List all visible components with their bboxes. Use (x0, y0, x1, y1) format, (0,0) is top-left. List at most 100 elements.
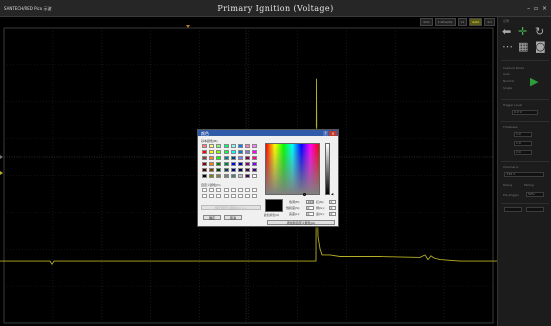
custom-color-slot[interactable] (216, 188, 222, 192)
more-icon[interactable]: ⋯ (502, 41, 513, 52)
color-swatch[interactable] (245, 168, 251, 172)
add-custom-color-button[interactable]: 添加到自定义颜色(A) (267, 220, 335, 225)
color-swatch[interactable] (230, 150, 236, 154)
color-swatch[interactable] (216, 150, 222, 154)
blue-input[interactable]: 0 (329, 212, 336, 216)
radio-normal[interactable]: Normal (503, 79, 514, 83)
luminance-slider[interactable] (325, 143, 330, 195)
grid-icon[interactable]: ▦ (518, 41, 528, 52)
custom-color-slot[interactable] (245, 188, 251, 192)
radio-rising[interactable]: Rising (503, 183, 512, 187)
color-swatch[interactable] (238, 174, 243, 178)
color-swatch[interactable] (209, 174, 215, 178)
green-input[interactable]: 0 (329, 206, 336, 210)
color-swatch[interactable] (230, 162, 236, 166)
custom-color-slot[interactable] (230, 194, 236, 198)
radio-single[interactable]: Single (503, 86, 512, 90)
custom-color-slot[interactable] (202, 194, 207, 198)
color-swatch[interactable] (223, 168, 229, 172)
panel-button-1[interactable] (504, 207, 522, 212)
color-swatch[interactable] (216, 144, 222, 148)
color-swatch[interactable] (238, 168, 243, 172)
color-swatch[interactable] (223, 144, 229, 148)
timebase-input-2[interactable]: 1.0 (514, 141, 532, 146)
color-spectrum[interactable] (265, 143, 320, 196)
custom-color-slot[interactable] (209, 194, 215, 198)
move-icon[interactable]: ✛ (518, 26, 527, 37)
custom-color-slot[interactable] (223, 188, 229, 192)
close-button[interactable]: × (329, 130, 337, 136)
color-swatch[interactable] (245, 150, 251, 154)
color-swatch[interactable] (245, 144, 251, 148)
scope-toolbar-item[interactable]: 0ms (420, 18, 433, 26)
color-swatch[interactable] (245, 174, 251, 178)
radio-falling[interactable]: Falling (524, 183, 534, 187)
refresh-icon[interactable]: ↻ (535, 26, 544, 37)
sat-input[interactable]: 0 (306, 206, 314, 210)
help-button[interactable]: ? (323, 130, 328, 136)
play-icon[interactable]: ▶ (530, 76, 538, 87)
color-swatch[interactable] (230, 168, 236, 172)
color-swatch[interactable] (223, 174, 229, 178)
scope-toolbar-item[interactable]: 1/1 (484, 18, 495, 26)
pretrigger-input[interactable]: 50% (526, 192, 544, 197)
color-swatch[interactable] (238, 150, 243, 154)
custom-color-slot[interactable] (202, 188, 207, 192)
color-swatch[interactable] (202, 168, 207, 172)
arrow-left-icon[interactable]: ⬅ (502, 26, 511, 37)
spectrum-crosshair[interactable] (303, 193, 306, 196)
color-swatch[interactable] (230, 144, 236, 148)
color-swatch[interactable] (230, 156, 236, 160)
scope-toolbar-item[interactable]: x1 (457, 18, 468, 26)
color-swatch[interactable] (209, 162, 215, 166)
color-swatch[interactable] (202, 156, 207, 160)
color-swatch[interactable] (245, 162, 251, 166)
color-swatch[interactable] (245, 156, 251, 160)
timebase-input-3[interactable]: 2.0 (514, 150, 532, 155)
custom-color-slot[interactable] (223, 194, 229, 198)
define-custom-colors-button[interactable]: 规定自定义颜色(D) >> (201, 205, 261, 210)
color-swatch[interactable] (209, 168, 215, 172)
radio-auto[interactable]: Auto (503, 72, 510, 76)
color-swatch[interactable] (238, 162, 243, 166)
color-swatch[interactable] (216, 174, 222, 178)
color-swatch[interactable] (252, 162, 258, 166)
color-swatch[interactable] (209, 156, 215, 160)
camera-icon[interactable]: ◙ (535, 41, 546, 52)
custom-color-slot[interactable] (238, 194, 243, 198)
timebase-input-1[interactable]: 1.0 (514, 132, 532, 137)
color-swatch[interactable] (252, 168, 258, 172)
panel-button-2[interactable] (526, 207, 544, 212)
color-swatch[interactable] (216, 168, 222, 172)
custom-color-slot[interactable] (252, 194, 258, 198)
custom-color-slot[interactable] (238, 188, 243, 192)
color-swatch[interactable] (223, 162, 229, 166)
window-controls[interactable]: – ▫ × (527, 5, 548, 12)
custom-color-slot[interactable] (252, 188, 258, 192)
trigger-level-input[interactable]: 0.0 V (512, 110, 538, 115)
color-swatch[interactable] (252, 150, 258, 154)
color-swatch[interactable] (202, 144, 207, 148)
scope-toolbar-item[interactable]: 1.0ms/div (434, 18, 456, 26)
color-swatch[interactable] (223, 156, 229, 160)
red-input[interactable]: 0 (329, 200, 336, 204)
color-swatch[interactable] (216, 162, 222, 166)
lum-input[interactable]: 0 (306, 212, 314, 216)
hue-input[interactable]: 160 (306, 200, 314, 204)
color-swatch[interactable] (209, 150, 215, 154)
color-swatch[interactable] (202, 162, 207, 166)
cancel-button[interactable]: 取消 (224, 215, 242, 220)
scope-toolbar-item[interactable]: Auto (469, 18, 483, 26)
custom-color-slot[interactable] (230, 188, 236, 192)
color-swatch[interactable] (230, 174, 236, 178)
luminance-arrow-icon[interactable]: ◀ (331, 192, 333, 196)
custom-color-slot[interactable] (245, 194, 251, 198)
color-swatch[interactable] (202, 150, 207, 154)
color-swatch[interactable] (216, 156, 222, 160)
color-swatch[interactable] (252, 174, 258, 178)
custom-color-slot[interactable] (216, 194, 222, 198)
color-swatch[interactable] (202, 174, 207, 178)
color-swatch[interactable] (252, 144, 258, 148)
ok-button[interactable]: 确定 (203, 215, 221, 220)
color-swatch[interactable] (238, 156, 243, 160)
